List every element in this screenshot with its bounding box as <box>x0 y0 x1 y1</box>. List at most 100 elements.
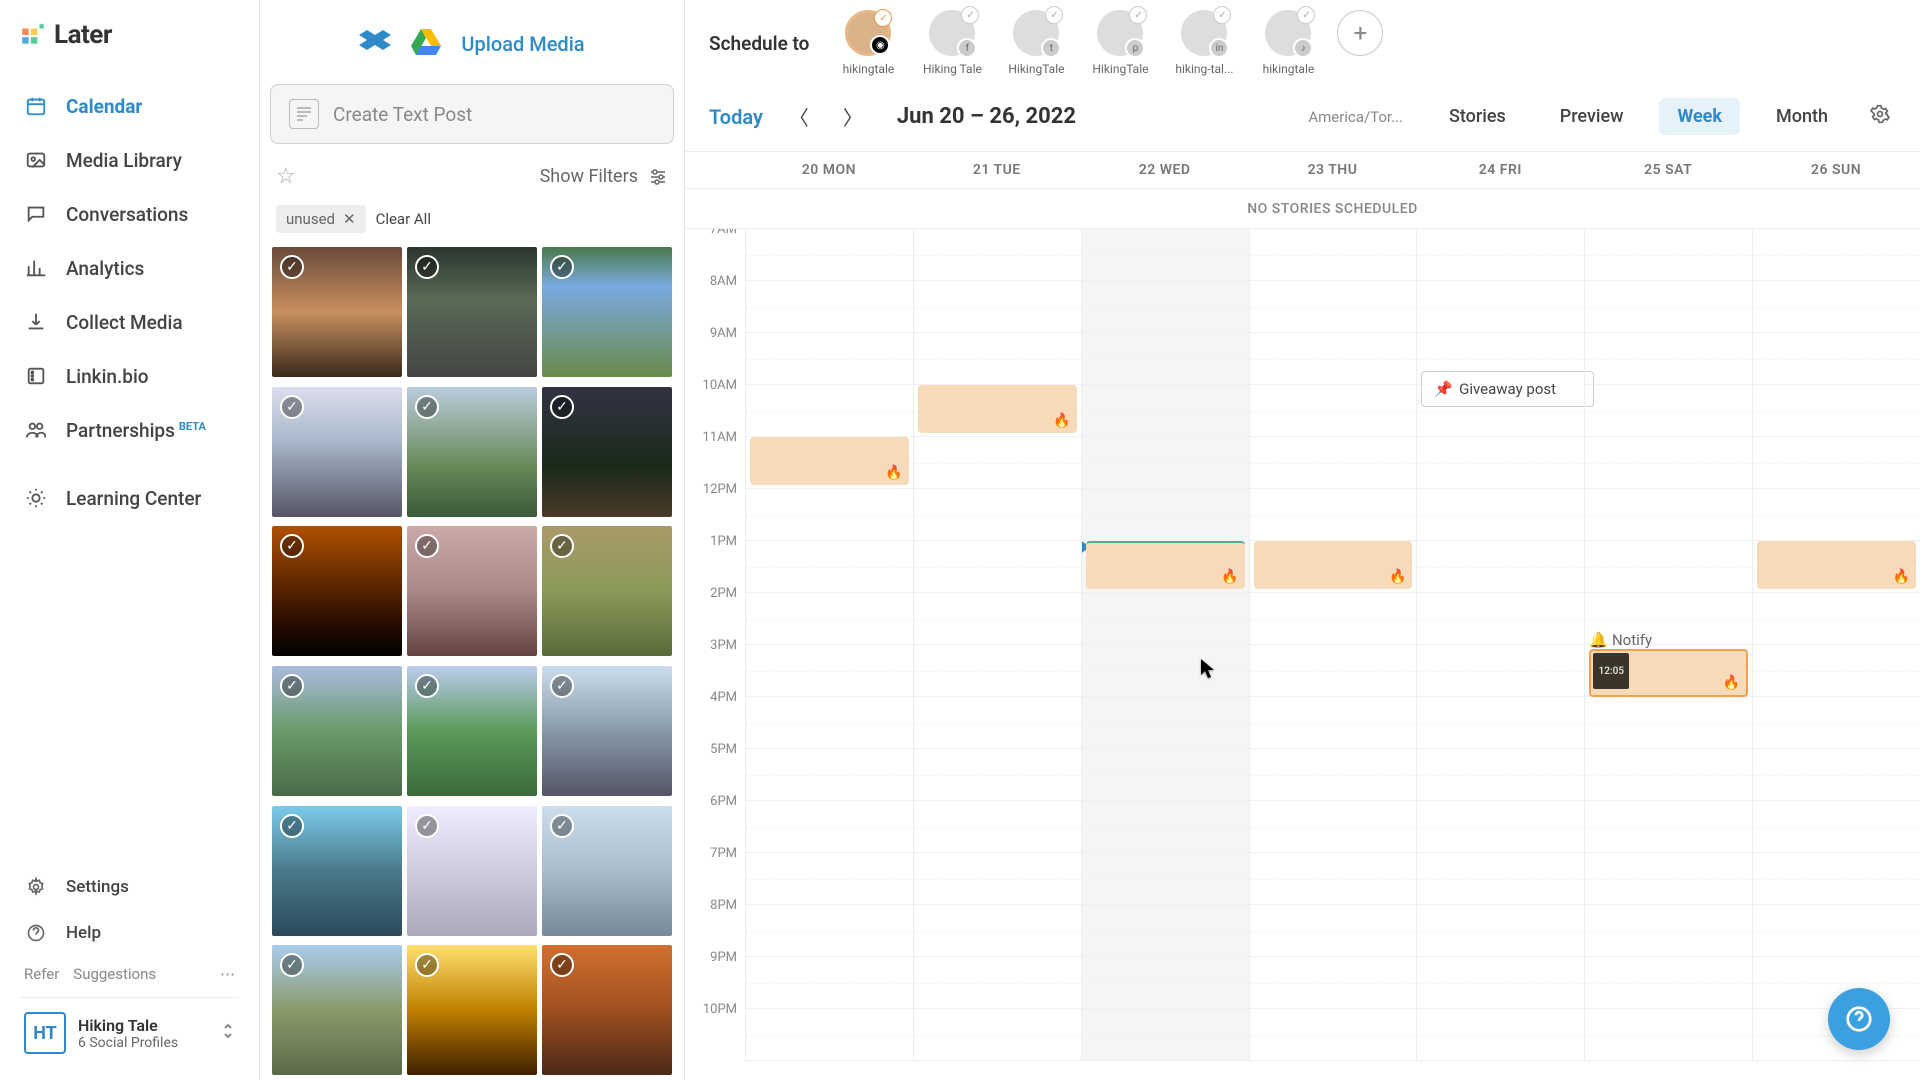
day-col-fri[interactable]: 📌Giveaway post <box>1416 229 1584 1061</box>
text-post-label: Create Text Post <box>333 103 472 126</box>
chip-remove-icon[interactable]: ✕ <box>343 210 356 228</box>
prev-week-button[interactable]: 〈 <box>781 98 817 135</box>
media-thumb[interactable]: ✓ <box>542 666 672 796</box>
dragging-post[interactable]: 12:05 🔥 <box>1589 649 1748 697</box>
calendar-toolbar: Today 〈 〉 Jun 20 – 26, 2022 America/Tor.… <box>685 82 1920 152</box>
nav-partnerships[interactable]: Partnerships BETA <box>12 406 247 454</box>
media-thumb[interactable]: ✓ <box>407 945 537 1075</box>
check-icon: ✓ <box>1129 6 1147 24</box>
preview-view-button[interactable]: Preview <box>1542 98 1642 135</box>
media-thumb[interactable]: ✓ <box>407 247 537 377</box>
scheduled-slot[interactable]: 🔥 <box>1086 541 1245 589</box>
check-icon: ✓ <box>280 395 304 419</box>
media-thumb[interactable]: ✓ <box>407 806 537 936</box>
day-header: 26 SUN <box>1752 152 1920 188</box>
nav-analytics[interactable]: Analytics <box>12 244 247 292</box>
calendar-icon <box>24 94 48 118</box>
calendar-settings-button[interactable] <box>1864 98 1896 135</box>
day-header: 22 WED <box>1081 152 1249 188</box>
day-headers: 20 MON 21 TUE 22 WED 23 THU 24 FRI 25 SA… <box>685 152 1920 189</box>
notify-label: 🔔Notify <box>1589 631 1652 649</box>
profile-instagram[interactable]: ✓◉hikingtale <box>833 10 903 76</box>
time-label: 4PM <box>685 690 745 742</box>
media-thumb[interactable]: ✓ <box>407 666 537 796</box>
flame-icon: 🔥 <box>885 465 902 481</box>
profile-linkedin[interactable]: ✓inhiking-tal... <box>1169 10 1239 76</box>
upload-media-link[interactable]: Upload Media <box>461 32 584 56</box>
time-label: 9PM <box>685 950 745 1002</box>
note-text: Giveaway post <box>1459 380 1556 398</box>
media-thumb[interactable]: ✓ <box>272 247 402 377</box>
profile-pinterest[interactable]: ✓pHikingTale <box>1085 10 1155 76</box>
media-thumb[interactable]: ✓ <box>542 526 672 656</box>
stories-view-button[interactable]: Stories <box>1431 98 1524 135</box>
media-thumb[interactable]: ✓ <box>272 387 402 517</box>
day-col-thu[interactable]: 🔥 <box>1249 229 1417 1061</box>
show-filters-button[interactable]: Show Filters <box>540 166 668 187</box>
calendar-note[interactable]: 📌Giveaway post <box>1421 371 1594 407</box>
add-profile-button[interactable]: + <box>1337 10 1383 56</box>
media-thumb[interactable]: ✓ <box>272 945 402 1075</box>
next-week-button[interactable]: 〉 <box>835 98 871 135</box>
media-thumb[interactable]: ✓ <box>542 806 672 936</box>
media-thumb[interactable]: ✓ <box>542 387 672 517</box>
scheduled-slot[interactable]: 🔥 <box>1254 541 1413 589</box>
beta-badge: BETA <box>179 420 206 433</box>
google-drive-icon[interactable] <box>411 29 441 59</box>
media-thumb[interactable]: ✓ <box>407 526 537 656</box>
media-thumb[interactable]: ✓ <box>272 666 402 796</box>
time-label: 6PM <box>685 794 745 846</box>
media-thumb[interactable]: ✓ <box>542 247 672 377</box>
help-fab-button[interactable] <box>1828 988 1890 1050</box>
day-col-sun[interactable]: 🔥 <box>1752 229 1920 1061</box>
chat-icon <box>24 202 48 226</box>
refer-link[interactable]: Refer <box>24 965 59 983</box>
nav-conversations[interactable]: Conversations <box>12 190 247 238</box>
workspace-switcher[interactable]: HT Hiking Tale 6 Social Profiles <box>20 997 239 1068</box>
scheduled-slot[interactable]: 🔥 <box>750 437 909 485</box>
day-header: 25 SAT <box>1584 152 1752 188</box>
week-view-button[interactable]: Week <box>1659 98 1740 135</box>
media-thumb[interactable]: ✓ <box>272 806 402 936</box>
day-col-wed[interactable]: 🔥 <box>1081 229 1249 1061</box>
profile-tiktok[interactable]: ✓♪hikingtale <box>1253 10 1323 76</box>
today-button[interactable]: Today <box>709 105 763 129</box>
profile-twitter[interactable]: ✓tHikingTale <box>1001 10 1071 76</box>
day-col-tue[interactable]: 🔥 <box>913 229 1081 1061</box>
month-view-button[interactable]: Month <box>1758 98 1846 135</box>
profile-label: hikingtale <box>843 62 895 76</box>
time-label: 7PM <box>685 846 745 898</box>
nav-help[interactable]: Help <box>20 913 239 953</box>
day-col-sat[interactable]: 🔔Notify 12:05 🔥 <box>1584 229 1752 1061</box>
scheduled-slot[interactable]: 🔥 <box>918 385 1077 433</box>
check-icon: ✓ <box>280 674 304 698</box>
timezone[interactable]: America/Tor... <box>1308 108 1403 126</box>
media-thumb[interactable]: ✓ <box>272 526 402 656</box>
nav-learning-center[interactable]: Learning Center <box>12 474 247 522</box>
suggestions-link[interactable]: Suggestions <box>73 965 156 983</box>
nav-linkinbio[interactable]: Linkin.bio <box>12 352 247 400</box>
check-icon: ✓ <box>1297 6 1315 24</box>
nav-settings[interactable]: Settings <box>20 867 239 907</box>
time-label: 2PM <box>685 586 745 638</box>
day-col-mon[interactable]: 🔥 <box>745 229 913 1061</box>
profile-facebook[interactable]: ✓fHiking Tale <box>917 10 987 76</box>
more-icon[interactable]: ⋯ <box>220 965 235 983</box>
check-icon: ✓ <box>280 953 304 977</box>
star-icon[interactable]: ☆ <box>276 164 296 189</box>
check-icon: ✓ <box>415 534 439 558</box>
media-thumb[interactable]: ✓ <box>407 387 537 517</box>
nav-media-library[interactable]: Media Library <box>12 136 247 184</box>
calendar-body[interactable]: 7AM 8AM 9AM 10AM 11AM 12PM 1PM 2PM 3PM 4… <box>685 229 1920 1080</box>
scheduled-slot[interactable]: 🔥 <box>1757 541 1916 589</box>
media-thumb[interactable]: ✓ <box>542 945 672 1075</box>
nav-collect-media[interactable]: Collect Media <box>12 298 247 346</box>
workspace-badge: HT <box>24 1012 66 1054</box>
help-icon <box>24 921 48 945</box>
text-post-icon <box>289 99 319 129</box>
nav-calendar[interactable]: Calendar <box>12 82 247 130</box>
dropbox-icon[interactable] <box>359 28 391 60</box>
clear-all-link[interactable]: Clear All <box>376 210 431 228</box>
nav-label: Analytics <box>66 257 144 280</box>
create-text-post-button[interactable]: Create Text Post <box>270 84 674 144</box>
